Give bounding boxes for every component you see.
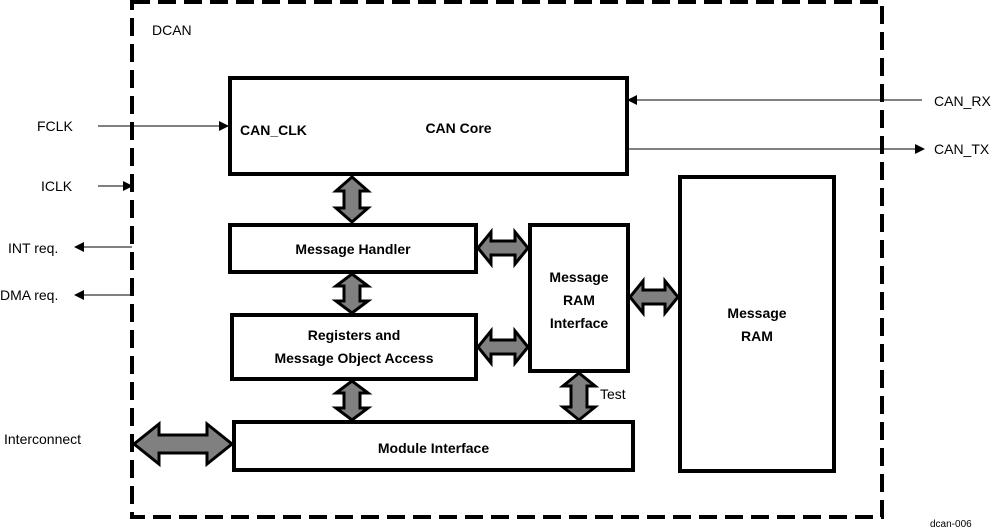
message-ram-title-line2: RAM: [741, 328, 773, 344]
bus-arrow-core-handler: [332, 175, 372, 224]
bus-arrow-mri-ram: [628, 276, 680, 318]
registers-block: Registers and Message Object Access: [230, 313, 478, 381]
can-tx-label: CAN_TX: [934, 141, 990, 157]
registers-title-line2: Message Object Access: [274, 350, 434, 366]
mri-title-line1: Message: [549, 269, 609, 285]
message-ram-interface-block: Message RAM Interface: [528, 223, 630, 373]
can-rx-label: CAN_RX: [934, 93, 991, 109]
can-core-block: CAN_CLK CAN Core: [228, 76, 629, 176]
bus-arrow-registers-mri: [476, 326, 530, 368]
fclk-label: FCLK: [37, 118, 73, 134]
registers-title-line1: Registers and: [307, 327, 401, 343]
int-req-label: INT req.: [8, 240, 59, 256]
dcan-label: DCAN: [152, 22, 192, 38]
can-core-title: CAN Core: [425, 120, 492, 136]
module-interface-block: Module Interface: [232, 420, 635, 472]
mri-title-line2: RAM: [563, 292, 595, 308]
message-handler-title: Message Handler: [295, 241, 411, 257]
message-handler-block: Message Handler: [228, 223, 478, 274]
bus-arrow-registers-module: [331, 379, 373, 422]
bus-arrow-interconnect: [131, 420, 235, 468]
dma-req-label: DMA req.: [0, 287, 59, 303]
message-ram-title-line1: Message: [727, 305, 787, 321]
interconnect-label: Interconnect: [4, 431, 82, 447]
bus-arrow-handler-mri: [476, 227, 530, 269]
bus-arrow-mri-module-test: [558, 371, 600, 422]
iclk-label: ICLK: [41, 178, 73, 194]
message-ram-block: Message RAM: [678, 175, 836, 473]
test-label: Test: [600, 386, 626, 402]
module-interface-title: Module Interface: [377, 440, 490, 456]
bus-arrow-handler-registers: [331, 272, 373, 315]
mri-title-line3: Interface: [549, 315, 609, 331]
figure-id-label: dcan-006: [930, 519, 972, 530]
